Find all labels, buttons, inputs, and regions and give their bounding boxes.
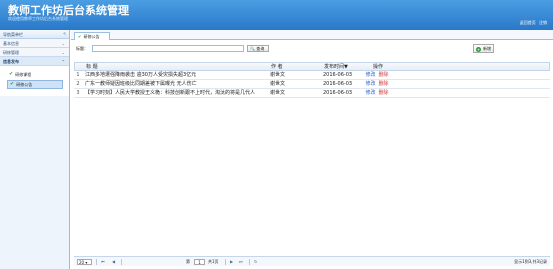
table-header: 标 题 作 者 发布时间▼ 操作 [74,62,550,71]
sidebar-group-basic-info[interactable]: 基本信息 ⌄ [0,39,69,48]
sidebar-header: 导航菜单栏 « [0,30,69,39]
chevron-up-icon: ⌃ [61,59,65,64]
query-button-label: 查询 [256,46,265,51]
chevron-down-icon: ⌄ [61,50,65,55]
sidebar-group-label: 信息发布 [3,59,19,64]
row-title: 广东一教师疑因班级比同期差被下属曝光 无人伤亡 [85,81,197,87]
divider [121,259,122,265]
query-button[interactable]: 🔍 查询 [247,45,269,52]
row-title: 江西多地遭强降雨袭击 逾30万人受灾损失超3亿元 [85,72,197,78]
edit-link[interactable]: 修改 [365,81,375,87]
delete-link[interactable]: 删除 [379,72,389,78]
edit-link[interactable]: 修改 [365,72,375,78]
prev-page-icon[interactable]: ◀ [112,257,115,267]
announcements-table: 标 题 作 者 发布时间▼ 操作 1 江西多地遭强降雨袭击 逾30万人受灾损失超… [74,62,550,98]
sidebar-item-label: 研修公告 [16,82,33,87]
page-size-value: 20 [79,260,85,265]
sidebar-group-label: 基本信息 [3,41,19,46]
sidebar-item-label: 研修课程 [15,72,32,77]
sidebar: 导航菜单栏 « 基本信息 ⌄ 研修管理 ⌄ 信息发布 ⌃ ✔ 研修课程 ✔ 研修… [0,30,70,269]
delete-link[interactable]: 删除 [379,81,389,87]
sidebar-item-announcements[interactable]: ✔ 研修公告 [7,80,63,89]
sidebar-item-courses[interactable]: ✔ 研修课程 [7,70,63,79]
row-date: 2016-06-03 [323,81,353,87]
table-row[interactable]: 1 江西多地遭强降雨袭击 逾30万人受灾损失超3亿元 谢世文 2016-06-0… [74,71,550,80]
collapse-sidebar-icon[interactable]: « [63,30,66,39]
table-row[interactable]: 2 广东一教师疑因班级比同期差被下属曝光 无人伤亡 谢世文 2016-06-03… [74,80,550,89]
header-links: 返回首页 注销 [518,20,547,26]
search-bar: 标题： 🔍 查询 + 新增 [71,42,553,55]
sidebar-group-training[interactable]: 研修管理 ⌄ [0,48,69,57]
row-number: 3 [76,90,80,96]
row-actions: 修改 删除 [353,71,401,79]
app-header: 教师工作坊后台系统管理 欢迎使用教师工作坊后台系统管理 返回首页 注销 [0,0,553,30]
tab-announcements[interactable]: ✔ 研修公告 [74,32,110,40]
divider [225,259,226,265]
delete-link[interactable]: 删除 [379,90,389,96]
row-number-header [75,63,83,70]
column-header-author[interactable]: 作 者 [269,63,322,70]
pagination-bar: 20 ▾ ⏮ ◀ 第 1 共1页 ▶ ⏭ ↻ 显示1到3,共3记录 [74,256,550,266]
search-icon: 🔍 [250,46,255,51]
page-label-before: 第 [186,259,190,264]
refresh-icon[interactable]: ↻ [254,257,257,267]
home-link[interactable]: 返回首页 [520,20,536,25]
tab-bar: ✔ 研修公告 [71,30,553,40]
sidebar-subitems: ✔ 研修课程 ✔ 研修公告 [0,66,69,96]
edit-link[interactable]: 修改 [365,90,375,96]
add-button[interactable]: + 新增 [473,44,494,53]
column-header-date-label: 发布时间 [324,64,345,70]
row-date: 2016-06-03 [323,72,353,78]
sidebar-group-label: 研修管理 [3,50,19,55]
chevron-down-icon: ⌄ [61,41,65,46]
sort-desc-icon: ▼ [344,64,348,70]
first-page-icon[interactable]: ⏮ [101,257,105,267]
logout-link[interactable]: 注销 [539,20,547,25]
check-icon: ✔ [10,81,15,87]
sidebar-group-publish[interactable]: 信息发布 ⌃ [0,57,69,66]
app-subtitle: 欢迎使用教师工作坊后台系统管理 [8,16,68,21]
row-author: 谢世文 [270,72,286,78]
main-panel: ✔ 研修公告 标题： 🔍 查询 + 新增 标 题 作 者 发布时间▼ 操作 1 江… [71,30,553,269]
check-icon: ✔ [9,71,14,77]
table-row[interactable]: 3 【学习时刻】人民大学教授王义桅：科技创新跟不上时代，淘汰的将是几代人 谢世文… [74,89,550,98]
search-label: 标题： [76,46,88,51]
row-title: 【学习时刻】人民大学教授王义桅：科技创新跟不上时代，淘汰的将是几代人 [85,90,256,96]
row-author: 谢世文 [270,90,286,96]
last-page-icon[interactable]: ⏭ [239,257,243,267]
row-actions: 修改 删除 [353,89,401,97]
record-summary: 显示1到3,共3记录 [514,259,547,264]
sidebar-title: 导航菜单栏 [3,32,23,37]
column-header-title[interactable]: 标 题 [83,63,269,70]
row-author: 谢世文 [270,81,286,87]
divider [249,259,250,265]
check-icon: ✔ [78,34,82,39]
title-search-input[interactable] [92,45,244,52]
row-number: 1 [76,72,80,78]
column-header-date[interactable]: 发布时间▼ [322,63,354,70]
next-page-icon[interactable]: ▶ [230,257,233,267]
column-header-actions: 操作 [372,64,383,70]
page-number-input[interactable]: 1 [194,259,205,265]
plus-icon: + [476,46,481,52]
row-date: 2016-06-03 [323,90,353,96]
page-size-select[interactable]: 20 ▾ [77,259,92,265]
divider [96,259,97,265]
add-button-label: 新增 [483,46,491,51]
tab-label: 研修公告 [83,34,100,39]
row-number: 2 [76,81,80,87]
page-total: 共1页 [208,259,219,264]
row-actions: 修改 删除 [353,80,401,88]
